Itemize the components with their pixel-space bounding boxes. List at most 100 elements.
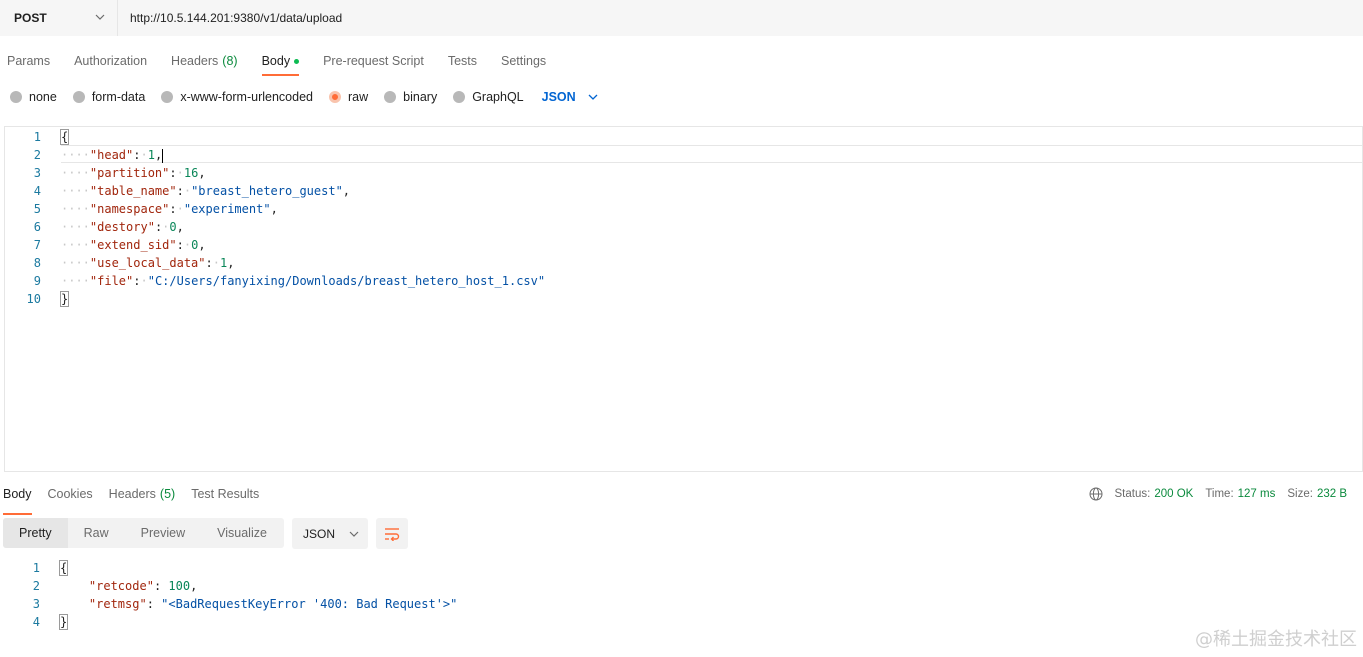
tab-body[interactable]: Body	[255, 46, 307, 76]
chevron-down-icon	[349, 531, 359, 537]
code-line: 3 "retmsg": "<BadRequestKeyError '400: B…	[4, 595, 1363, 613]
line-number: 10	[26, 292, 41, 306]
response-format-select[interactable]: JSON	[292, 518, 368, 549]
code-text: ····"extend_sid":·0,	[61, 238, 206, 252]
line-number: 7	[33, 238, 41, 252]
line-number: 6	[33, 220, 41, 234]
code-text: ····"partition":·16,	[61, 166, 206, 180]
radio-x-www-form-urlencoded[interactable]: x-www-form-urlencoded	[161, 90, 313, 104]
view-preview[interactable]: Preview	[125, 518, 201, 548]
body-indicator-dot	[294, 59, 300, 64]
code-line: 10}	[5, 290, 1362, 308]
resp-headers-count: (5)	[159, 487, 176, 501]
code-text: "retmsg": "<BadRequestKeyError '400: Bad…	[88, 597, 458, 611]
resp-tab-headers[interactable]: Headers (5)	[106, 485, 179, 515]
code-line: 4 ····"table_name":·"breast_hetero_guest"…	[5, 182, 1362, 200]
response-view-modes: Pretty Raw Preview Visualize	[3, 518, 284, 548]
radio-circle	[10, 91, 22, 103]
watermark: @稀土掘金技术社区	[1195, 629, 1357, 650]
code-text: ····"head":·1,	[61, 148, 164, 163]
time-value[interactable]: 127 ms	[1238, 488, 1276, 500]
size-value[interactable]: 232 B	[1317, 488, 1347, 500]
code-line: 8 ····"use_local_data":·1,	[5, 254, 1362, 272]
tab-headers[interactable]: Headers (8)	[164, 46, 245, 76]
language-select[interactable]: JSON	[542, 90, 598, 104]
code-text: ····"table_name":·"breast_hetero_guest",	[61, 184, 351, 198]
tab-tests[interactable]: Tests	[441, 46, 484, 76]
radio-circle	[384, 91, 397, 103]
chevron-down-icon	[588, 94, 598, 100]
chevron-down-icon	[95, 14, 105, 20]
line-number: 3	[33, 166, 41, 180]
headers-count: (8)	[222, 54, 238, 68]
view-visualize[interactable]: Visualize	[201, 518, 283, 548]
response-tabs: Body Cookies Headers (5) Test Results	[0, 485, 272, 515]
line-number: 3	[32, 597, 40, 611]
resp-tab-test-results[interactable]: Test Results	[188, 485, 262, 515]
radio-form-data[interactable]: form-data	[72, 90, 145, 104]
code-text: }	[58, 614, 69, 630]
code-text: {	[59, 129, 70, 145]
radio-graphql[interactable]: GraphQL	[453, 90, 524, 104]
tab-pre-request-script[interactable]: Pre-request Script	[316, 46, 431, 76]
size-label: Size:	[1287, 488, 1313, 500]
code-line: 9 ····"file":·"C:/Users/fanyixing/Downloa…	[5, 272, 1362, 290]
code-text: ····"destory":·0,	[61, 220, 184, 234]
text-cursor	[162, 148, 164, 163]
code-text: ····"namespace":·"experiment",	[61, 202, 278, 216]
line-number: 2	[32, 579, 40, 593]
tab-params[interactable]: Params	[0, 46, 57, 76]
line-number: 4	[32, 615, 40, 629]
view-pretty[interactable]: Pretty	[3, 518, 68, 548]
method-label: POST	[14, 11, 47, 25]
line-number: 9	[33, 274, 41, 288]
url-input[interactable]: http://10.5.144.201:9380/v1/data/upload	[118, 0, 1363, 36]
line-number: 1	[32, 561, 40, 575]
code-text: {	[58, 560, 69, 576]
code-line: 7 ····"extend_sid":·0,	[5, 236, 1362, 254]
request-code-lines: 1{ 2 ····"head":·1, 3 ····"partition":·16, 4 ·…	[5, 128, 1362, 308]
response-code-lines: 1{2 "retcode": 100, 3 "retmsg": "<BadRequ…	[4, 559, 1363, 631]
code-line: 6 ····"destory":·0,	[5, 218, 1362, 236]
url-bar: POST http://10.5.144.201:9380/v1/data/up…	[0, 0, 1363, 36]
code-line: 5 ····"namespace":·"experiment",	[5, 200, 1362, 218]
radio-none[interactable]: none	[10, 90, 57, 104]
request-body-editor[interactable]: 1{ 2 ····"head":·1, 3 ····"partition":·16, 4 ·…	[4, 126, 1363, 472]
code-text: ····"use_local_data":·1,	[61, 256, 235, 270]
status-label: Status:	[1114, 488, 1151, 500]
code-line: 1{	[5, 128, 1362, 146]
code-line: 2 "retcode": 100,	[4, 577, 1363, 595]
tab-settings[interactable]: Settings	[494, 46, 553, 76]
radio-binary[interactable]: binary	[384, 90, 437, 104]
code-line: 2 ····"head":·1,	[5, 146, 1362, 164]
resp-tab-cookies[interactable]: Cookies	[45, 485, 96, 515]
response-body-viewer: 1{2 "retcode": 100, 3 "retmsg": "<BadRequ…	[4, 559, 1363, 631]
code-line: 1{	[4, 559, 1363, 577]
body-type-selector: none form-data x-www-form-urlencoded raw…	[10, 88, 598, 106]
radio-circle	[72, 91, 85, 103]
line-number: 4	[33, 184, 41, 198]
line-number: 5	[33, 202, 41, 216]
resp-tab-body[interactable]: Body	[0, 485, 35, 515]
url-text: http://10.5.144.201:9380/v1/data/upload	[130, 11, 343, 25]
code-text: }	[59, 291, 70, 307]
globe-icon[interactable]	[1089, 487, 1103, 501]
line-number: 2	[33, 148, 41, 162]
tab-authorization[interactable]: Authorization	[67, 46, 154, 76]
code-line: 4}	[4, 613, 1363, 631]
radio-circle	[453, 91, 466, 103]
radio-circle-selected	[329, 91, 341, 103]
view-raw[interactable]: Raw	[68, 518, 125, 548]
response-status-bar: Status: 200 OK Time: 127 ms Size: 232 B	[1089, 487, 1347, 501]
radio-circle	[161, 91, 174, 103]
wrap-lines-button[interactable]	[376, 518, 408, 549]
code-line: 3 ····"partition":·16,	[5, 164, 1362, 182]
code-text: "retcode": 100,	[88, 579, 198, 593]
radio-raw[interactable]: raw	[329, 90, 368, 104]
time-label: Time:	[1205, 488, 1234, 500]
wrap-lines-icon	[385, 527, 400, 541]
status-value[interactable]: 200 OK	[1154, 488, 1193, 500]
line-number: 8	[33, 256, 41, 270]
request-tabs: Params Authorization Headers (8) Body Pre…	[0, 46, 563, 76]
method-select[interactable]: POST	[0, 0, 118, 36]
